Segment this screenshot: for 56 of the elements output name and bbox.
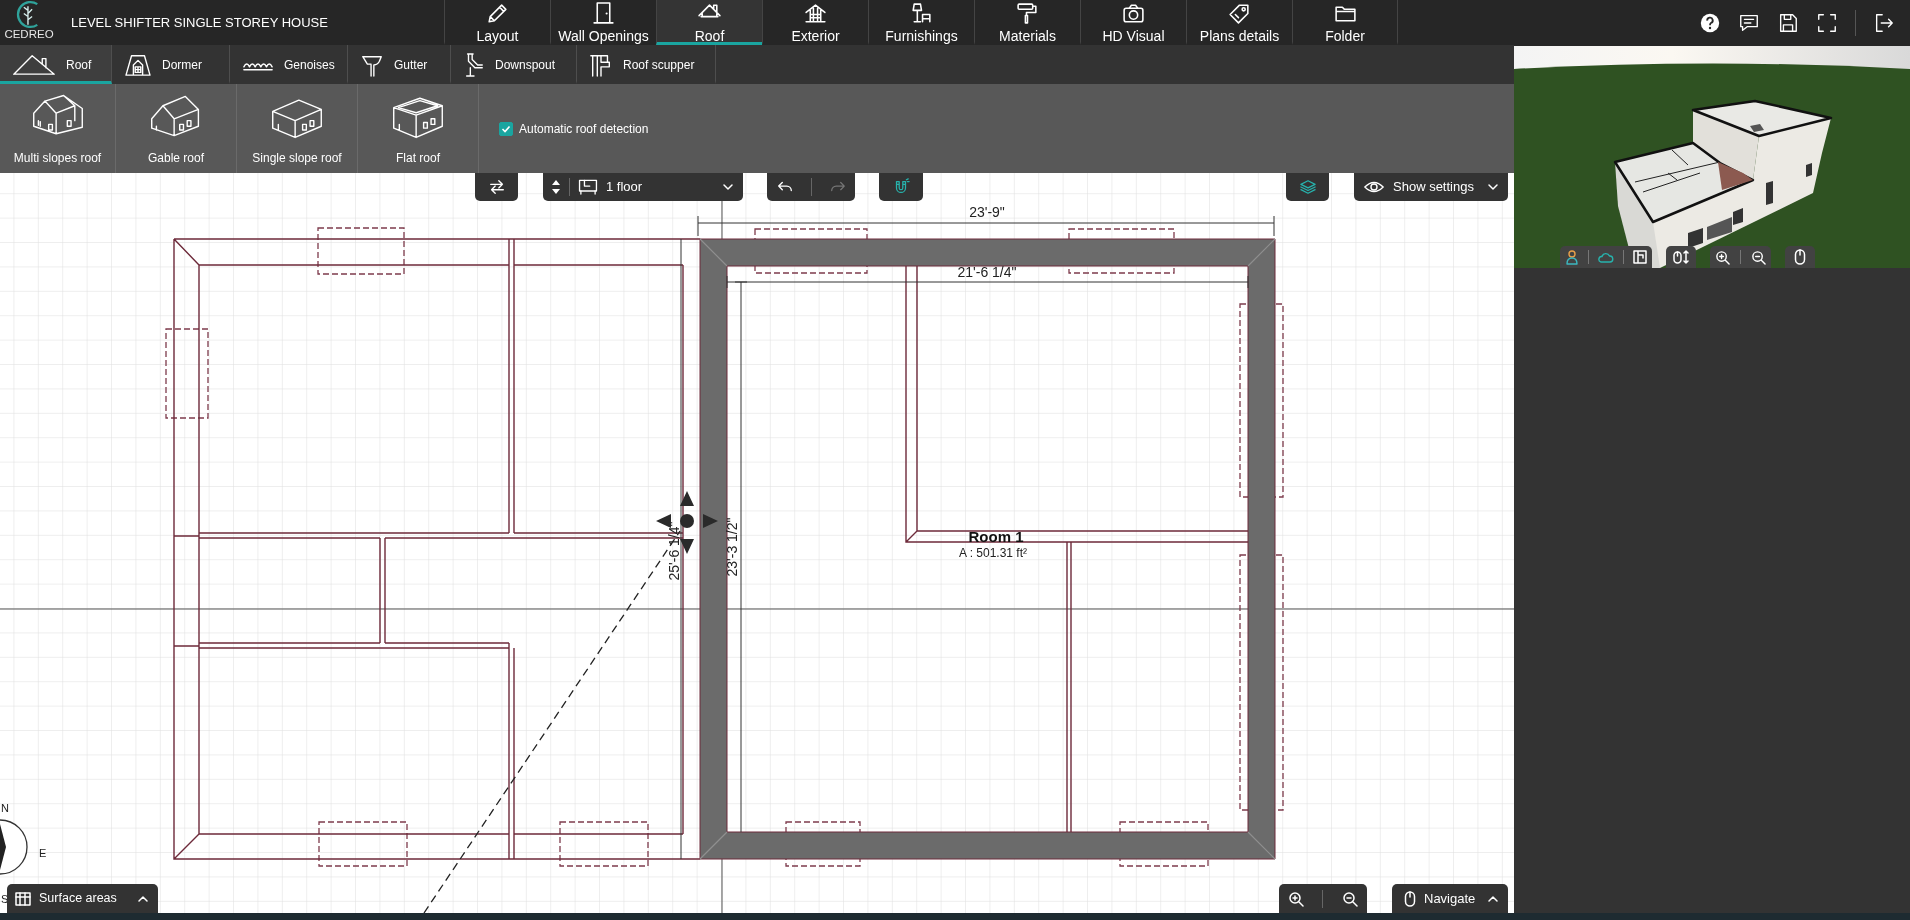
camera-icon bbox=[1121, 1, 1146, 26]
main-tab[interactable]: Roof bbox=[656, 0, 762, 45]
dimension-label: 23'-9" bbox=[969, 203, 1005, 220]
door-icon bbox=[591, 1, 616, 26]
eye-icon bbox=[1363, 179, 1385, 195]
dormer-icon bbox=[124, 52, 152, 77]
compass-letter: E bbox=[39, 848, 47, 859]
mouse-icon bbox=[1404, 890, 1416, 907]
room-area: A : 501.31 ft² bbox=[959, 546, 1027, 561]
compass-icon bbox=[0, 819, 29, 875]
navigation-mode-button[interactable] bbox=[1785, 246, 1815, 268]
room-name: Room 1 bbox=[968, 527, 1024, 545]
surface-areas-button[interactable]: Surface areas bbox=[7, 884, 158, 913]
roof-scupper-icon bbox=[589, 52, 613, 77]
floor-plan-icon bbox=[578, 179, 598, 195]
lamp-chair-icon bbox=[909, 1, 934, 26]
save-icon[interactable] bbox=[1777, 11, 1799, 34]
mouse-up-down-icon bbox=[1672, 249, 1690, 265]
cloud-icon[interactable] bbox=[1597, 250, 1615, 264]
paint-roller-icon bbox=[1015, 1, 1040, 26]
dimension-label: 23'-3 1/2" bbox=[723, 517, 740, 577]
person-icon[interactable] bbox=[1564, 249, 1581, 265]
show-settings-button[interactable]: Show settings bbox=[1354, 173, 1508, 201]
mouse-icon bbox=[1794, 249, 1806, 265]
floor-panel-icon[interactable] bbox=[1631, 249, 1648, 265]
fullscreen-icon[interactable] bbox=[1816, 11, 1838, 34]
swap-button[interactable] bbox=[475, 173, 518, 201]
zoom-out-icon[interactable] bbox=[1751, 249, 1766, 265]
layers-button[interactable] bbox=[1286, 173, 1329, 201]
swap-arrows-icon bbox=[487, 178, 506, 196]
house-roof-icon bbox=[12, 52, 56, 77]
logout-icon[interactable] bbox=[1873, 11, 1895, 34]
layers-icon bbox=[1298, 179, 1317, 195]
dimension-label: 21'-6 1/4" bbox=[957, 263, 1017, 280]
zoom-in-icon[interactable] bbox=[1288, 890, 1305, 907]
navigate-button[interactable]: Navigate bbox=[1392, 884, 1508, 913]
pencil-icon bbox=[485, 1, 510, 26]
magnet-button[interactable] bbox=[879, 173, 923, 201]
tick-icon bbox=[501, 124, 511, 134]
table-icon bbox=[15, 891, 31, 906]
up-down-arrows-icon[interactable] bbox=[551, 179, 561, 195]
zoom-in-icon[interactable] bbox=[1715, 249, 1730, 265]
help-icon[interactable] bbox=[1699, 11, 1721, 34]
compass-letter: N bbox=[1, 803, 9, 814]
pergola-icon bbox=[803, 1, 828, 26]
logo-text: CEDREO bbox=[4, 29, 54, 41]
tag-icon bbox=[1227, 1, 1252, 26]
project-title: LEVEL SHIFTER SINGLE STOREY HOUSE bbox=[71, 13, 328, 32]
floor-selector[interactable]: 1 floor bbox=[543, 173, 743, 201]
sub-tab[interactable]: Roof bbox=[0, 45, 112, 84]
zoom-out-icon[interactable] bbox=[1341, 890, 1358, 907]
checkbox[interactable] bbox=[499, 122, 513, 136]
house-3d-drawing[interactable] bbox=[1514, 46, 1910, 268]
downspout-icon bbox=[463, 51, 485, 78]
checkbox-label[interactable]: Automatic roof detection bbox=[519, 123, 649, 135]
camera-height-button[interactable] bbox=[1666, 246, 1696, 268]
